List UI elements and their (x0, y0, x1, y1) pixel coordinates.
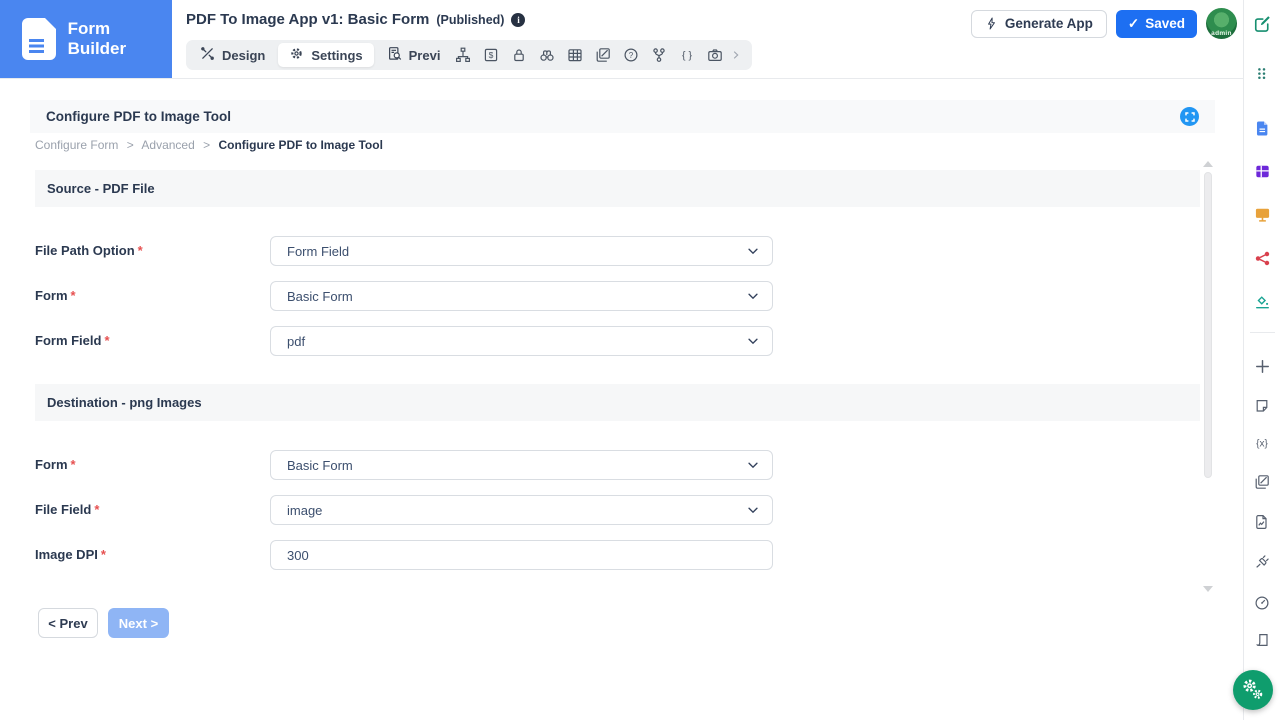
camera-icon[interactable] (701, 43, 729, 67)
tab-settings[interactable]: Settings (278, 43, 373, 67)
check-icon: ✓ (1128, 16, 1139, 32)
edit-icon[interactable] (1250, 12, 1274, 36)
info-icon[interactable]: i (511, 13, 525, 27)
generate-app-button[interactable]: Generate App (971, 10, 1107, 38)
app-logo[interactable]: Form Builder (0, 0, 172, 78)
sidebar-divider (1250, 332, 1275, 333)
scrollbar-down-arrow[interactable] (1203, 586, 1213, 592)
image-copy-icon[interactable] (589, 43, 617, 67)
monitor-icon[interactable] (1250, 202, 1274, 226)
bolt-icon (985, 16, 998, 31)
breadcrumb: Configure Form > Advanced > Configure PD… (35, 138, 383, 152)
breadcrumb-separator: > (203, 138, 210, 152)
prev-button[interactable]: < Prev (38, 608, 98, 638)
note-icon[interactable] (1250, 394, 1274, 418)
section-header-source: Source - PDF File (35, 170, 1200, 207)
app-title: PDF To Image App v1: Basic Form (186, 11, 429, 28)
fullscreen-button[interactable] (1180, 107, 1199, 126)
saved-button[interactable]: ✓ Saved (1116, 10, 1197, 38)
dest-form-select[interactable]: Basic Form (270, 450, 773, 480)
page-title-band: Configure PDF to Image Tool (30, 100, 1215, 133)
field-label: File Path Option* (35, 236, 255, 266)
field-label: File Field* (35, 495, 255, 525)
braces-icon[interactable]: { } (673, 43, 701, 67)
fullscreen-icon (1185, 112, 1195, 122)
table-icon[interactable] (561, 43, 589, 67)
page-title: Configure PDF to Image Tool (46, 109, 231, 124)
toolbar-overflow-icon[interactable] (729, 43, 743, 67)
view-tabbar: Design Settings (186, 40, 472, 70)
svg-text:?: ? (629, 51, 634, 60)
app-status: (Published) (436, 13, 504, 27)
field-label: Image DPI* (35, 540, 255, 570)
design-icon (200, 46, 215, 64)
scrollbar-thumb[interactable] (1204, 172, 1212, 478)
share-nodes-icon[interactable] (1250, 246, 1274, 270)
field-label: Form* (35, 281, 255, 311)
chevron-down-icon (746, 334, 760, 348)
tab-design-label: Design (222, 48, 265, 63)
field-label: Form Field* (35, 326, 255, 356)
brand-name: Form Builder (68, 19, 172, 59)
right-sidebar: {x} (1243, 0, 1280, 720)
chevron-down-icon (746, 503, 760, 517)
document-icon[interactable] (1250, 116, 1274, 140)
image-dpi-input[interactable] (270, 540, 773, 570)
images-icon[interactable] (1250, 470, 1274, 494)
file-path-option-select[interactable]: Form Field (270, 236, 773, 266)
dest-file-field-select[interactable]: image (270, 495, 773, 525)
chevron-down-icon (746, 458, 760, 472)
field-label: Form* (35, 450, 255, 480)
paint-icon[interactable] (1250, 290, 1274, 314)
page-flip-icon[interactable] (1250, 628, 1274, 652)
main-area: Form Builder PDF To Image App v1: Basic … (0, 0, 1243, 720)
plug-icon[interactable] (1250, 550, 1274, 574)
drag-handle-icon[interactable] (1250, 62, 1274, 86)
svg-text:$: $ (489, 50, 494, 60)
preview-icon (387, 46, 402, 64)
breadcrumb-item-current: Configure PDF to Image Tool (218, 138, 382, 152)
branch-icon[interactable] (645, 43, 673, 67)
gear-icon (289, 46, 304, 64)
breadcrumb-item[interactable]: Configure Form (35, 138, 118, 152)
gears-icon (1236, 673, 1270, 707)
source-form-select[interactable]: Basic Form (270, 281, 773, 311)
variable-icon[interactable]: {x} (1250, 431, 1274, 455)
breadcrumb-separator: > (127, 138, 134, 152)
tab-settings-label: Settings (311, 48, 362, 63)
scrollbar-up-arrow[interactable] (1203, 161, 1213, 167)
svg-text:{ }: { } (682, 50, 692, 62)
settings-fab-button[interactable] (1233, 670, 1273, 710)
form-builder-logo-icon (22, 18, 56, 60)
lock-icon[interactable] (505, 43, 533, 67)
sitemap-icon[interactable] (449, 43, 477, 67)
breadcrumb-item[interactable]: Advanced (141, 138, 194, 152)
next-button[interactable]: Next > (108, 608, 169, 638)
field-value-icon[interactable]: $ (477, 43, 505, 67)
chevron-down-icon (746, 244, 760, 258)
chevron-down-icon (746, 289, 760, 303)
binoculars-icon[interactable] (533, 43, 561, 67)
report-icon[interactable] (1250, 510, 1274, 534)
app-header: Form Builder PDF To Image App v1: Basic … (0, 0, 1243, 79)
help-icon[interactable]: ? (617, 43, 645, 67)
avatar[interactable]: admin (1206, 8, 1237, 39)
section-header-destination: Destination - png Images (35, 384, 1200, 421)
svg-text:{x}: {x} (1256, 439, 1268, 450)
table-widget-icon[interactable] (1250, 159, 1274, 183)
tab-design[interactable]: Design (189, 43, 276, 67)
add-icon[interactable] (1250, 354, 1274, 378)
tools-toolbar: $ (440, 40, 752, 70)
gauge-icon[interactable] (1250, 591, 1274, 615)
source-form-field-select[interactable]: pdf (270, 326, 773, 356)
